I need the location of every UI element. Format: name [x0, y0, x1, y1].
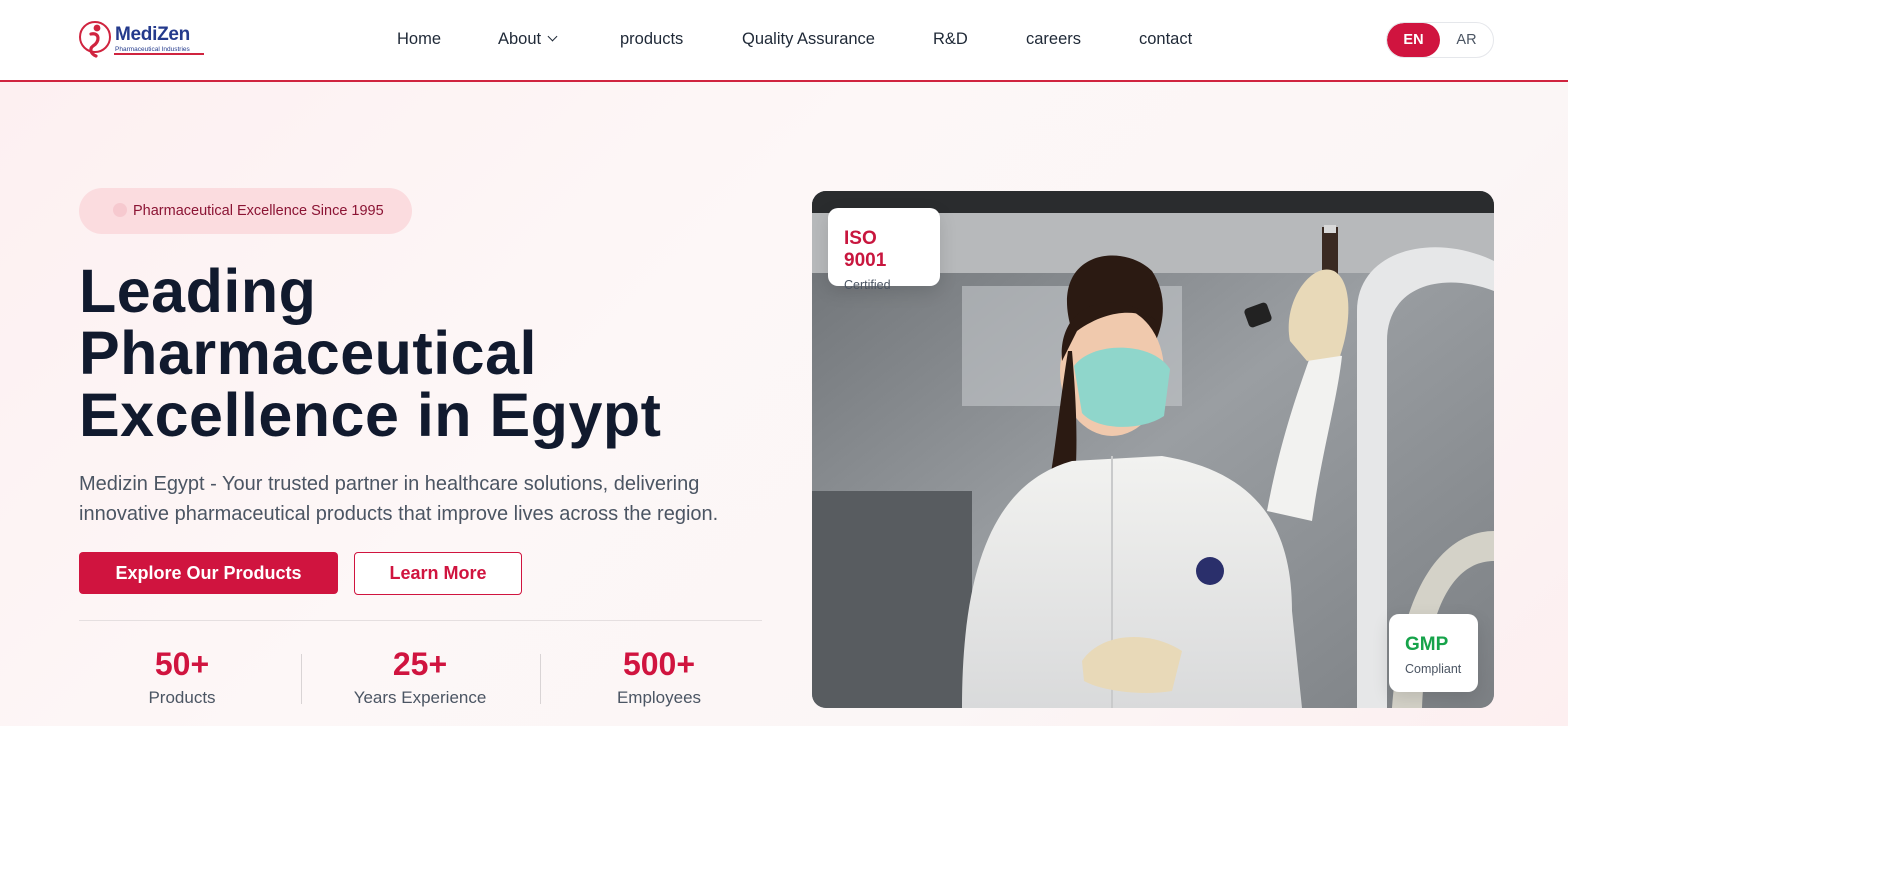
hero-description: Medizin Egypt - Your trusted partner in … — [79, 473, 719, 525]
stat-value: 50+ — [154, 646, 210, 682]
stat-products: 50+ Products — [72, 644, 292, 708]
navbar: MediZen Pharmaceutical Industries Home A… — [0, 0, 1568, 82]
hero-title: Leading Pharmaceutical Excellence in Egy… — [79, 260, 779, 446]
stat-value: 500+ — [622, 646, 696, 682]
since-badge: Pharmaceutical Excellence Since 1995 — [79, 188, 412, 234]
stat-employees: 500+ Employees — [549, 644, 769, 708]
badge-dot-icon — [113, 203, 127, 217]
lang-en-button[interactable]: EN — [1387, 23, 1440, 57]
nav-careers[interactable]: careers — [1026, 30, 1081, 49]
hero-title-line-3: Excellence in Egypt — [79, 381, 662, 449]
hero-section: Pharmaceutical Excellence Since 1995 Lea… — [0, 82, 1568, 726]
iso-card-subtitle: Certified — [844, 278, 891, 292]
nav-quality-assurance[interactable]: Quality Assurance — [742, 30, 875, 49]
stat-label: Years Experience — [353, 688, 487, 707]
language-switcher: EN AR — [1386, 22, 1494, 58]
gmp-card-subtitle: Compliant — [1405, 662, 1462, 676]
gmp-card-title: GMP — [1405, 634, 1449, 655]
iso-card-title: ISO 9001 — [844, 228, 887, 271]
nav-home[interactable]: Home — [397, 30, 441, 49]
chevron-down-icon — [547, 31, 558, 42]
nav-products[interactable]: products — [620, 30, 683, 49]
nav-rd[interactable]: R&D — [933, 30, 968, 49]
stat-label: Products — [148, 688, 216, 707]
stats-divider — [79, 620, 762, 621]
badge-text: Pharmaceutical Excellence Since 1995 — [133, 203, 384, 219]
stat-separator — [540, 654, 541, 704]
explore-products-button[interactable]: Explore Our Products — [79, 552, 338, 594]
hero-title-line-1: Leading — [79, 257, 317, 325]
stat-years: 25+ Years Experience — [310, 644, 530, 708]
hero-title-line-2: Pharmaceutical — [79, 319, 537, 387]
nav-contact[interactable]: contact — [1139, 30, 1192, 49]
main-nav: Home About products Quality Assurance R&… — [0, 0, 1568, 80]
stat-separator — [301, 654, 302, 704]
gmp-card: GMP Compliant — [1389, 614, 1478, 692]
nav-about-label: About — [498, 30, 542, 48]
iso-card: ISO 9001 Certified — [828, 208, 940, 292]
hero-lab-image: ISO 9001 Certified GMP Compliant — [812, 191, 1494, 708]
stat-value: 25+ — [392, 646, 448, 682]
learn-more-button[interactable]: Learn More — [354, 552, 522, 595]
lang-ar-button[interactable]: AR — [1440, 23, 1493, 57]
stat-label: Employees — [616, 688, 702, 707]
nav-about[interactable]: About — [498, 30, 558, 49]
